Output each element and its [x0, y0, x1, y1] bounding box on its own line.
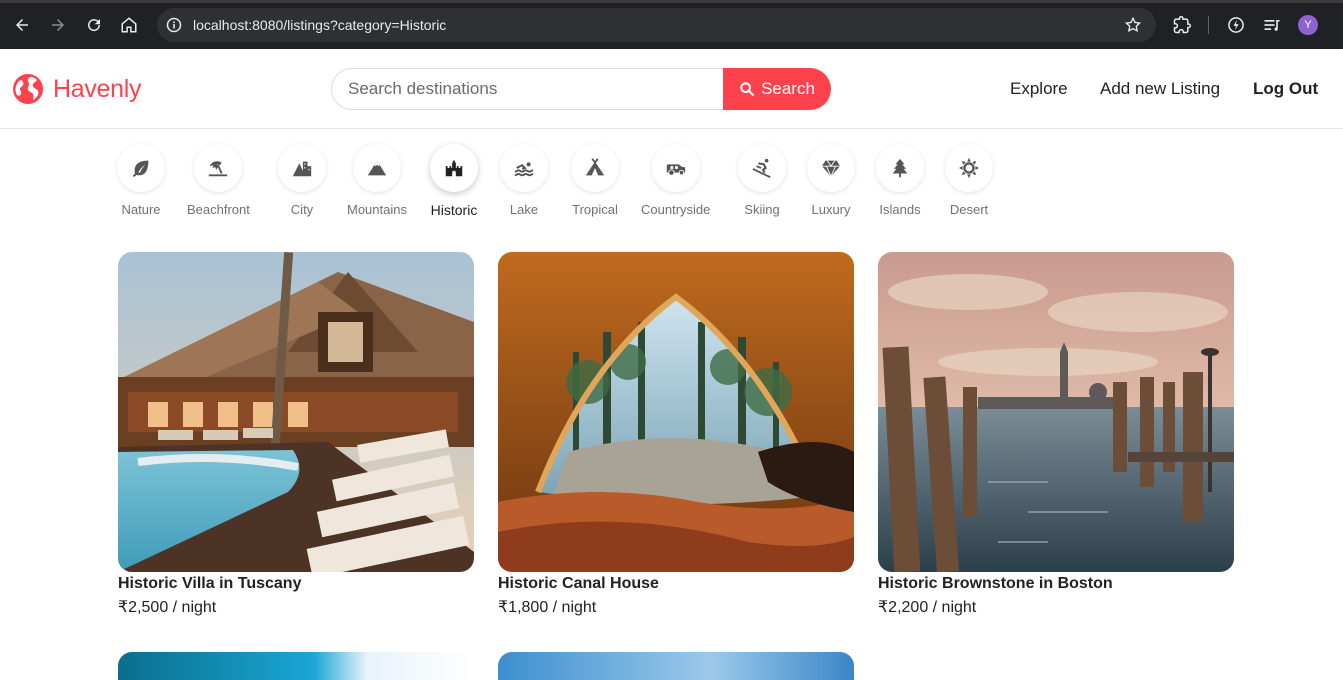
filter-lake-circle: [500, 144, 548, 192]
category-filters: Nature Beachfront City Mountains Histori…: [0, 129, 1343, 229]
url-text[interactable]: localhost:8080/listings?category=Histori…: [193, 17, 446, 33]
filter-mountains[interactable]: Mountains: [347, 144, 407, 217]
mountain-icon: [367, 160, 387, 176]
filter-skiing-circle: [738, 144, 786, 192]
listing-card[interactable]: Historic Canal House ₹1,800 / night: [498, 252, 854, 617]
listing-card[interactable]: Historic Villa in Tuscany ₹2,500 / night: [118, 252, 474, 617]
nav-logout-link[interactable]: Log Out: [1253, 79, 1318, 99]
filter-luxury[interactable]: Luxury: [807, 144, 855, 217]
filter-lake[interactable]: Lake: [500, 144, 548, 217]
home-icon[interactable]: [117, 13, 141, 37]
sun-icon: [958, 157, 980, 179]
filter-historic[interactable]: Historic: [430, 144, 478, 218]
profile-avatar[interactable]: Y: [1298, 15, 1318, 35]
filter-label: Luxury: [811, 202, 851, 217]
brand-logo-link[interactable]: Havenly: [12, 73, 142, 105]
filter-tropical-circle: [571, 144, 619, 192]
listing-price: ₹2,500 / night: [118, 599, 217, 616]
filter-nature-circle: [117, 144, 165, 192]
search-input[interactable]: [331, 68, 741, 110]
filter-islands[interactable]: Islands: [876, 144, 924, 217]
globe-logo-icon: [13, 74, 43, 104]
filter-desert[interactable]: Desert: [945, 144, 993, 217]
filter-label: Countryside: [641, 202, 711, 217]
filter-mountains-circle: [352, 144, 401, 192]
listing-image-canal-house[interactable]: [498, 252, 854, 572]
skier-icon: [752, 158, 771, 178]
site-info-icon[interactable]: [166, 17, 182, 33]
tree-icon: [892, 158, 908, 178]
filter-countryside-circle: [651, 144, 700, 192]
listing-image-villa[interactable]: [118, 252, 474, 572]
tab-strip-edge: [0, 0, 1343, 3]
site-header: Havenly Search Explore Add new Listing L…: [0, 49, 1343, 129]
filter-tropical[interactable]: Tropical: [571, 144, 619, 217]
search-form: Search: [331, 68, 831, 110]
listing-price: ₹2,200 / night: [878, 599, 977, 616]
filter-label: Historic: [430, 202, 478, 218]
umbrella-beach-icon: [209, 161, 228, 177]
listing-title: Historic Villa in Tuscany: [118, 575, 302, 592]
filter-label: Mountains: [347, 202, 407, 217]
filter-label: City: [290, 202, 314, 217]
listing-title: Historic Canal House: [498, 575, 659, 592]
nav-add-listing-link[interactable]: Add new Listing: [1100, 79, 1220, 99]
listing-image-partial[interactable]: [498, 652, 854, 680]
performance-icon[interactable]: [1226, 15, 1246, 35]
castle-icon: [445, 160, 463, 177]
extensions-puzzle-icon[interactable]: [1172, 15, 1192, 35]
filter-label: Tropical: [572, 202, 618, 217]
back-icon[interactable]: [10, 13, 34, 37]
filter-luxury-circle: [807, 144, 855, 192]
listing-title: Historic Brownstone in Boston: [878, 575, 1113, 592]
nav-explore-link[interactable]: Explore: [1010, 79, 1068, 99]
listing-image-partial[interactable]: [118, 652, 474, 680]
filter-beachfront-circle: [194, 144, 243, 192]
bookmark-star-icon[interactable]: [1124, 16, 1142, 34]
filter-label: Islands: [879, 202, 921, 217]
media-playlist-icon[interactable]: [1262, 15, 1282, 35]
gem-icon: [821, 160, 841, 178]
search-icon: [740, 82, 755, 96]
filter-islands-circle: [876, 144, 924, 192]
filter-countryside[interactable]: Countryside: [641, 144, 710, 217]
filter-label: Nature: [121, 202, 161, 217]
listing-price: ₹1,800 / night: [498, 599, 597, 616]
city-buildings-icon: [292, 161, 312, 177]
filter-desert-circle: [945, 144, 993, 192]
filter-historic-circle: [430, 144, 478, 192]
filter-label: Desert: [949, 202, 989, 217]
listing-image-brownstone[interactable]: [878, 252, 1234, 572]
tractor-icon: [666, 164, 685, 176]
leaf-icon: [132, 160, 149, 178]
brand-name: Havenly: [53, 74, 142, 103]
forward-icon[interactable]: [46, 13, 70, 37]
swimmer-icon: [514, 162, 534, 177]
campground-tent-icon: [585, 158, 605, 176]
filter-city-circle: [278, 144, 326, 192]
address-bar[interactable]: localhost:8080/listings?category=Histori…: [157, 8, 1156, 42]
filter-skiing[interactable]: Skiing: [738, 144, 786, 217]
filter-beachfront[interactable]: Beachfront: [187, 144, 250, 217]
filter-label: Skiing: [744, 202, 780, 217]
toolbar-divider: [1208, 16, 1209, 34]
reload-icon[interactable]: [82, 13, 106, 37]
filter-label: Beachfront: [187, 202, 250, 217]
browser-toolbar: localhost:8080/listings?category=Histori…: [0, 0, 1343, 49]
search-button-label: Search: [761, 79, 815, 98]
filter-city[interactable]: City: [278, 144, 326, 217]
filter-label: Lake: [509, 202, 539, 217]
search-button[interactable]: Search: [723, 68, 831, 110]
listing-card[interactable]: Historic Brownstone in Boston ₹2,200 / n…: [878, 252, 1234, 617]
filter-nature[interactable]: Nature: [117, 144, 165, 217]
